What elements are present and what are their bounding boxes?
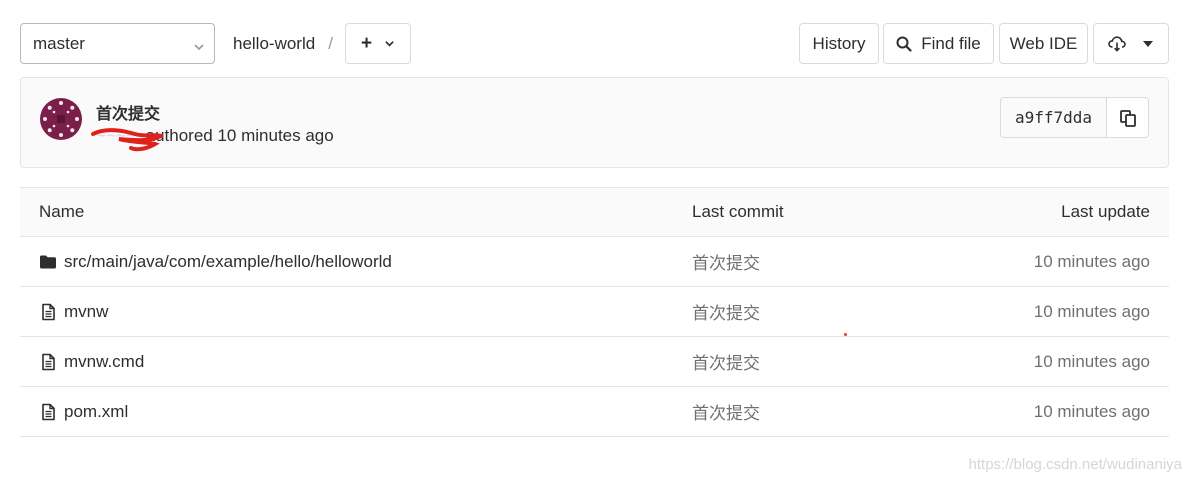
table-header-row: Name Last commit Last update [20,187,1169,237]
add-dropdown-button[interactable]: + [345,23,411,64]
cloud-download-icon [1108,35,1126,52]
file-link[interactable]: mvnw [64,302,108,322]
search-icon [896,36,912,52]
file-tree-table: Name Last commit Last update src/main/ja… [20,187,1169,437]
watermark-text: https://blog.csdn.net/wudinaniya [968,456,1182,473]
file-link[interactable]: pom.xml [64,402,128,422]
file-text-icon [39,403,57,421]
commit-sha[interactable]: a9ff7dda [1001,98,1107,137]
table-row[interactable]: mvnw.cmd 首次提交 10 minutes ago [20,337,1169,387]
chevron-down-icon [193,38,205,58]
author-avatar[interactable] [40,98,82,140]
table-row[interactable]: src/main/java/com/example/hello/hellowor… [20,237,1169,287]
history-button[interactable]: History [799,23,879,64]
commit-sha-group: a9ff7dda [1000,97,1149,138]
row-commit-link[interactable]: 首次提交 [692,299,760,324]
row-commit-link[interactable]: 首次提交 [692,249,760,274]
row-commit-link[interactable]: 首次提交 [692,399,760,424]
copy-icon [1119,109,1137,127]
table-row[interactable]: pom.xml 首次提交 10 minutes ago [20,387,1169,437]
row-commit-link[interactable]: 首次提交 [692,349,760,374]
file-text-icon [39,303,57,321]
commit-author-link[interactable]: ~~~~~ [96,126,146,145]
row-updated-time: 10 minutes ago [1033,351,1150,371]
caret-down-icon [1142,40,1154,48]
repository-page: master hello-world / + History Find file [0,0,1192,481]
row-updated-time: 10 minutes ago [1033,301,1150,321]
row-name-cell: mvnw.cmd [39,352,144,372]
commit-authored-time: authored 10 minutes ago [145,126,334,145]
row-name-cell: mvnw [39,302,108,322]
web-ide-button[interactable]: Web IDE [999,23,1088,64]
table-row[interactable]: mvnw 首次提交 10 minutes ago [20,287,1169,337]
row-updated-time: 10 minutes ago [1033,401,1150,421]
commit-title-link[interactable]: 首次提交 [96,100,160,124]
web-ide-label: Web IDE [1009,33,1078,53]
header-last-update: Last update [1061,202,1150,221]
breadcrumb: hello-world / [233,23,333,64]
branch-selector[interactable]: master [20,23,215,64]
header-name: Name [39,202,85,221]
find-file-button[interactable]: Find file [883,23,994,64]
find-file-label: Find file [921,33,981,53]
header-last-commit: Last commit [692,202,784,221]
file-text-icon [39,353,57,371]
breadcrumb-project-link[interactable]: hello-world [233,34,315,54]
row-updated-time: 10 minutes ago [1033,251,1150,271]
plus-icon: + [360,32,373,54]
folder-icon [39,254,57,270]
repo-toolbar: master hello-world / + History Find file [20,23,1169,64]
last-commit-panel: 首次提交 ~~~~~authored 10 minutes ago a9ff7d… [20,77,1169,168]
file-link[interactable]: src/main/java/com/example/hello/hellowor… [64,252,392,272]
download-dropdown-button[interactable] [1093,23,1169,64]
row-name-cell: src/main/java/com/example/hello/hellowor… [39,252,392,272]
chevron-down-icon [384,38,395,49]
history-label: History [812,33,866,53]
row-name-cell: pom.xml [39,402,128,422]
file-link[interactable]: mvnw.cmd [64,352,144,372]
stray-red-dot [844,333,847,336]
commit-meta: ~~~~~authored 10 minutes ago [96,126,334,146]
breadcrumb-separator: / [328,33,333,53]
copy-sha-button[interactable] [1107,98,1148,137]
branch-name: master [33,33,85,53]
